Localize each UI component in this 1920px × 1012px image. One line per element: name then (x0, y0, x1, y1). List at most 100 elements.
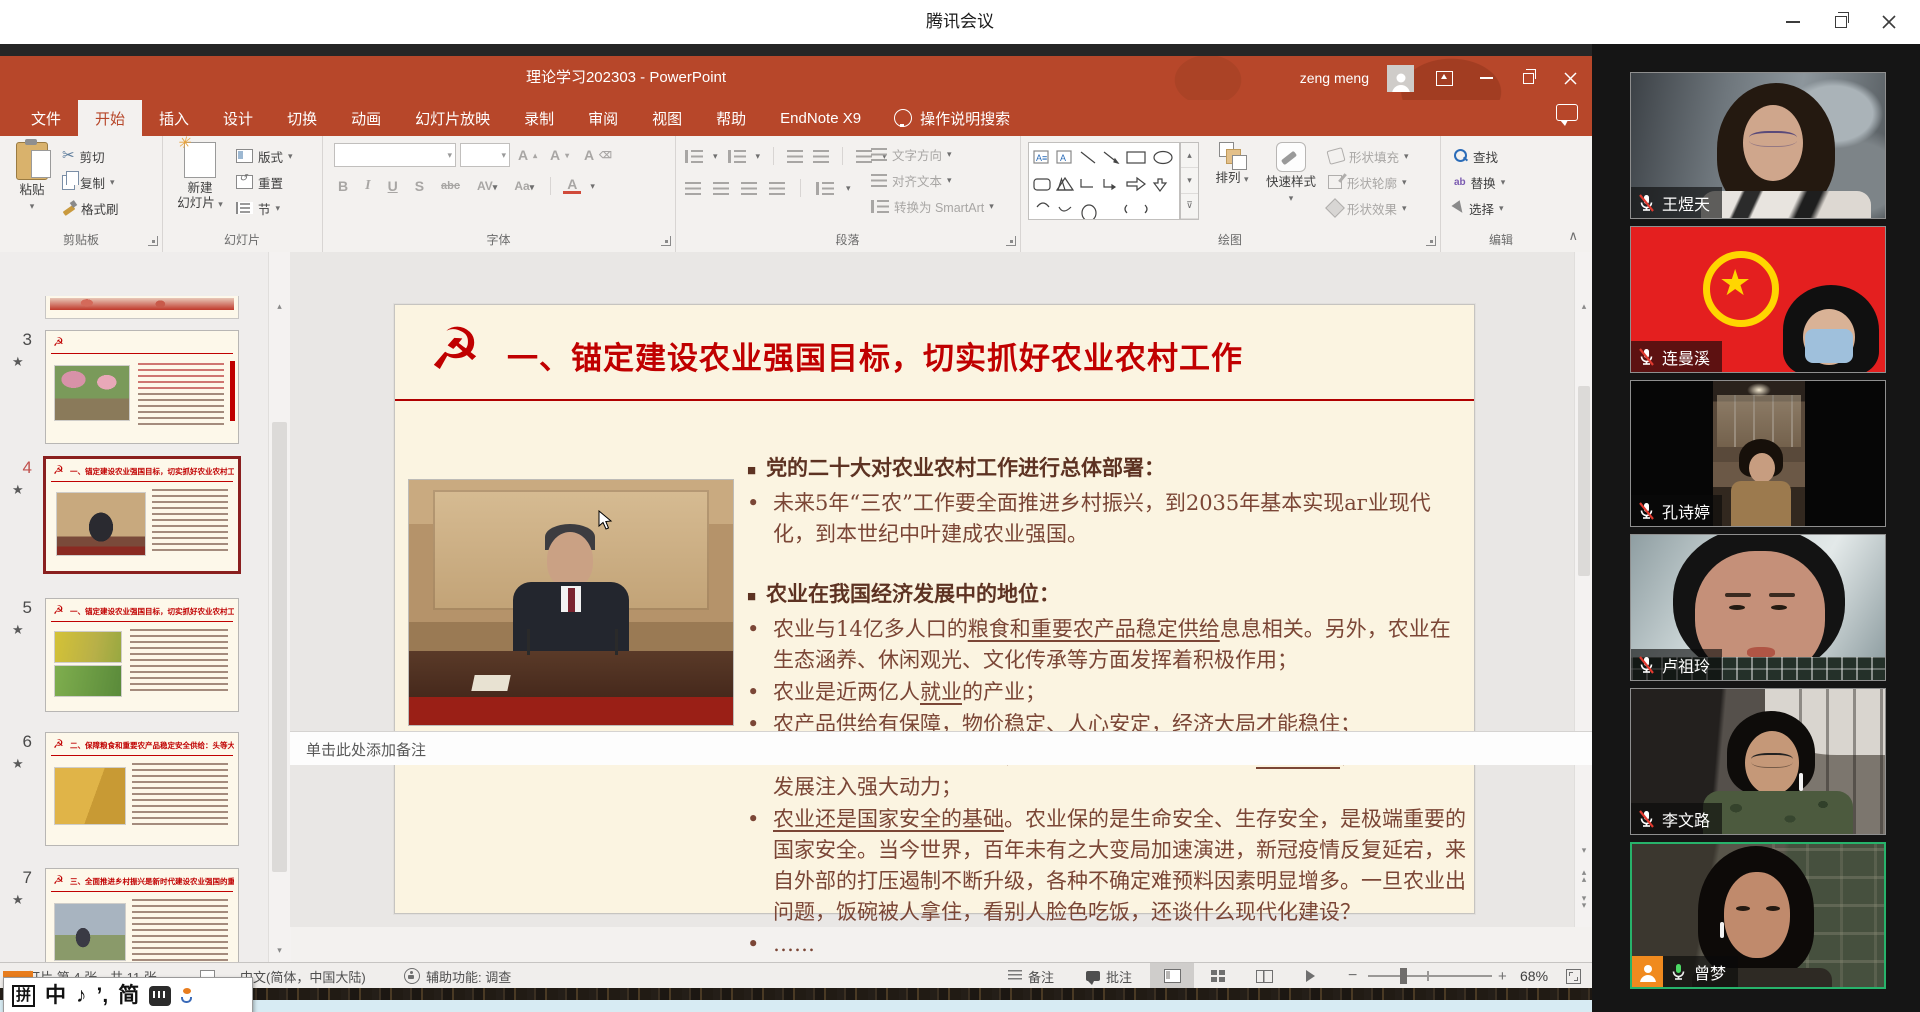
ime-key-3[interactable]: ♪ (76, 985, 87, 1007)
scroll-down-icon[interactable]: ▾ (1576, 840, 1592, 860)
shapes-more-icon[interactable]: ⊽ (1181, 194, 1198, 219)
notes-toggle-button[interactable]: 备注 (1008, 963, 1054, 988)
clipboard-dialog-launcher-icon[interactable] (148, 236, 158, 246)
bullets-icon[interactable] (685, 150, 703, 163)
tab-切换[interactable]: 切换 (270, 100, 334, 136)
paste-button[interactable]: 粘贴▾ (6, 142, 58, 214)
accessibility-status[interactable]: 辅助功能: 调查 (404, 963, 511, 988)
ime-key-5[interactable]: 简 (118, 985, 139, 1007)
tab-设计[interactable]: 设计 (206, 100, 270, 136)
slide-2-partial-thumbnail[interactable] (45, 296, 239, 319)
notes-placeholder[interactable]: 单击此处添加备注 (306, 739, 426, 760)
ime-key-4[interactable]: ’, (97, 985, 109, 1007)
slide-body-text[interactable]: ■党的二十大对农业农村工作进行总体部署：•未来5年“三农”工作要全面推进乡村振兴… (747, 451, 1471, 961)
meeting-close-button[interactable] (1878, 11, 1900, 33)
shrink-font-button[interactable]: A▾ (550, 143, 569, 167)
ime-toolbar[interactable]: 拼中 ♪ ’, 简 (3, 977, 253, 1012)
quick-styles-button[interactable]: 快速样式 ▾ (1262, 142, 1320, 206)
ime-mode-icons[interactable] (181, 988, 192, 1003)
find-button[interactable]: 查找 (1454, 144, 1498, 168)
comments-toggle-button[interactable]: 批注 (1086, 963, 1132, 988)
shapes-gallery[interactable]: A≡ A (1028, 142, 1180, 220)
scroll-down-icon[interactable]: ▾ (270, 940, 289, 960)
font-color-button[interactable]: A (563, 178, 581, 194)
thumbnail-scroll-thumb[interactable] (272, 422, 287, 872)
participant-tile-孔诗婷[interactable]: 孔诗婷 (1630, 380, 1886, 527)
align-left-icon[interactable] (685, 182, 701, 195)
slide-sorter-view-button[interactable] (1196, 963, 1240, 988)
format-painter-button[interactable]: 格式刷 (62, 196, 119, 220)
animation-star-icon[interactable]: ★ (12, 482, 24, 498)
copy-button[interactable]: 复制▾ (62, 170, 115, 194)
zoom-slider-track[interactable] (1368, 975, 1492, 977)
slide-scrollbar[interactable]: ▴ ▾ ▴▴ ▾▾ (1574, 252, 1592, 927)
numbering-icon[interactable] (728, 150, 746, 163)
ime-key-1[interactable]: 拼 (12, 985, 35, 1007)
align-right-icon[interactable] (741, 182, 757, 195)
align-center-icon[interactable] (713, 182, 729, 195)
normal-view-button[interactable] (1150, 963, 1194, 988)
shape-effects-button[interactable]: 形状效果▾ (1328, 196, 1407, 220)
font-name-combobox[interactable]: ▾ (334, 143, 456, 167)
shape-outline-button[interactable]: 形状轮廓▾ (1328, 170, 1407, 194)
participant-tile-连曼溪[interactable]: ★连曼溪 (1630, 226, 1886, 373)
tab-录制[interactable]: 录制 (507, 100, 571, 136)
ppt-restore-button[interactable] (1516, 66, 1540, 90)
participant-tile-卢祖玲[interactable]: 卢祖玲 (1630, 534, 1886, 681)
section-button[interactable]: 节▾ (236, 196, 280, 220)
grow-font-button[interactable]: A▴ (518, 143, 537, 167)
font-dialog-launcher-icon[interactable] (661, 236, 671, 246)
ppt-minimize-button[interactable] (1474, 66, 1498, 90)
tab-审阅[interactable]: 审阅 (571, 100, 635, 136)
collapse-ribbon-icon[interactable]: ∧ (1568, 228, 1578, 244)
increase-indent-icon[interactable] (813, 150, 829, 163)
ppt-close-button[interactable] (1558, 66, 1582, 90)
shapes-scroll-up-icon[interactable]: ▴ (1181, 143, 1198, 168)
tell-me-search[interactable]: 操作说明搜索 (878, 100, 1026, 136)
zoom-out-button[interactable]: − (1348, 963, 1357, 988)
ime-key-2[interactable]: 中 (45, 985, 66, 1007)
meeting-minimize-button[interactable] (1782, 11, 1804, 33)
slide-thumbnail-6[interactable]: ☭二、保障粮食和重要农产品稳定安全供给：头等大事 (45, 732, 239, 846)
justify-icon[interactable] (769, 182, 785, 195)
thumbnail-scrollbar[interactable]: ▴ ▾ (268, 252, 291, 962)
tab-帮助[interactable]: 帮助 (699, 100, 763, 136)
slideshow-view-button[interactable] (1288, 963, 1332, 988)
columns-icon[interactable] (816, 182, 834, 195)
tab-开始[interactable]: 开始 (78, 100, 142, 136)
layout-button[interactable]: 版式▾ (236, 144, 293, 168)
account-name[interactable]: zeng meng (1300, 70, 1369, 86)
zoom-slider-thumb[interactable] (1400, 968, 1407, 984)
new-slide-button[interactable]: 新建幻灯片 ▾ (174, 142, 226, 212)
tab-幻灯片放映[interactable]: 幻灯片放映 (398, 100, 507, 136)
reset-button[interactable]: 重置 (236, 170, 283, 194)
meeting-restore-button[interactable] (1830, 11, 1852, 33)
slide-thumbnail-7[interactable]: ☭三、全面推进乡村振兴是新时代建设农业强国的重要任务 (45, 868, 239, 962)
select-button[interactable]: 选择▾ (1454, 196, 1504, 220)
ribbon-display-options-button[interactable] (1432, 66, 1456, 90)
change-case-button[interactable]: Aa▾ (510, 179, 538, 193)
zoom-in-button[interactable]: + (1498, 963, 1507, 988)
arrange-button[interactable]: 排列 ▾ (1206, 142, 1258, 187)
reading-view-button[interactable] (1242, 963, 1286, 988)
drawing-dialog-launcher-icon[interactable] (1426, 236, 1436, 246)
clear-formatting-button[interactable]: A⌫ (584, 143, 612, 167)
participant-tile-李文路[interactable]: 李文路 (1630, 688, 1886, 835)
smartart-button[interactable]: 转换为 SmartArt▾ (871, 194, 994, 218)
previous-slide-icon[interactable]: ▴▴ (1576, 866, 1592, 886)
tab-文件[interactable]: 文件 (14, 100, 78, 136)
shadow-button[interactable]: S (411, 178, 428, 194)
participant-tile-王煜天[interactable]: 王煜天 (1630, 72, 1886, 219)
scroll-up-icon[interactable]: ▴ (1576, 296, 1592, 316)
animation-star-icon[interactable]: ★ (12, 892, 24, 908)
slide-scroll-thumb[interactable] (1578, 386, 1590, 576)
fit-to-window-button[interactable] (1566, 963, 1581, 988)
tab-视图[interactable]: 视图 (635, 100, 699, 136)
shapes-scroll-down-icon[interactable]: ▾ (1181, 168, 1198, 193)
animation-star-icon[interactable]: ★ (12, 354, 24, 370)
slide-photo[interactable] (408, 479, 734, 726)
strikethrough-button[interactable]: abc (437, 180, 464, 192)
ime-keyboard-icon[interactable] (149, 986, 171, 1006)
shape-fill-button[interactable]: 形状填充▾ (1328, 144, 1409, 168)
character-spacing-button[interactable]: AV▾ (473, 179, 501, 193)
